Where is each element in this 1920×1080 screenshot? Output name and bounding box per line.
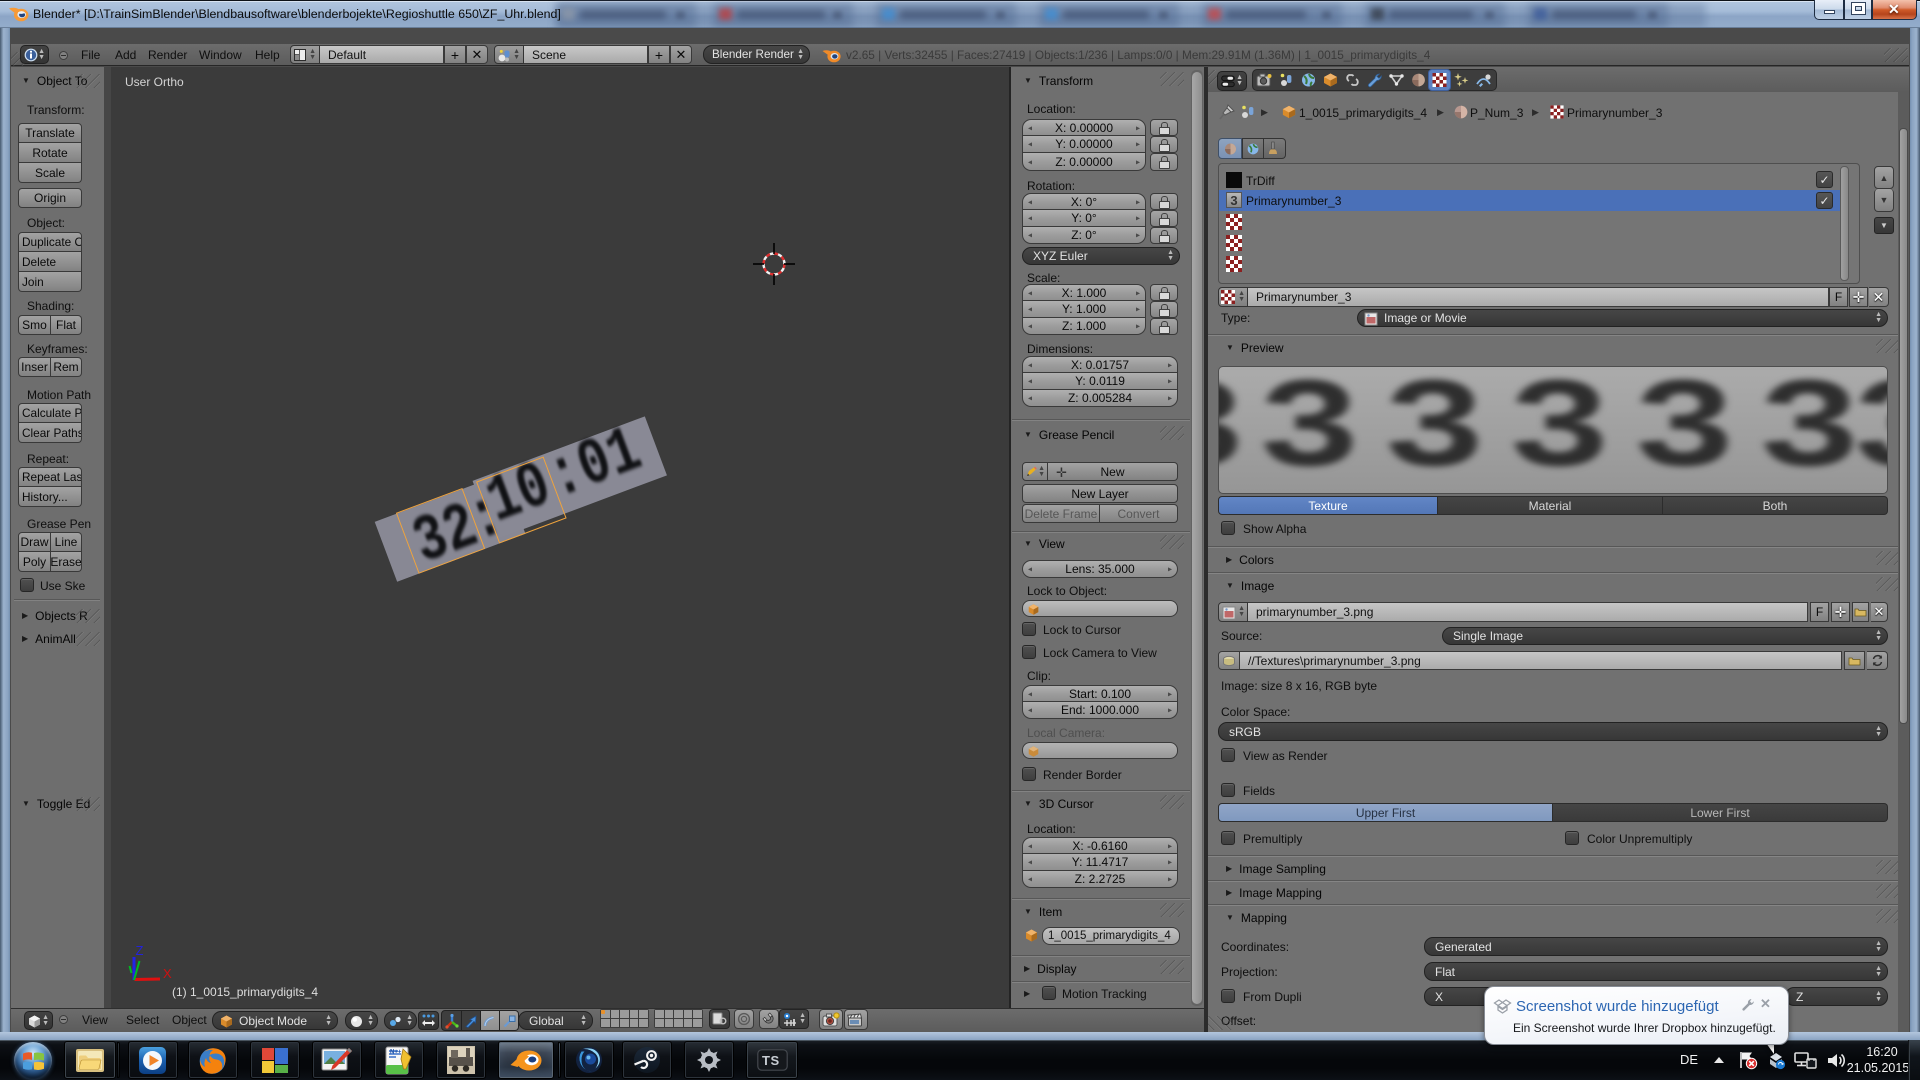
svg-text:TS: TS — [762, 1053, 780, 1068]
svg-text:X: X — [163, 966, 172, 981]
svg-text:N++: N++ — [390, 1050, 402, 1056]
svg-text:Z: Z — [136, 943, 144, 958]
